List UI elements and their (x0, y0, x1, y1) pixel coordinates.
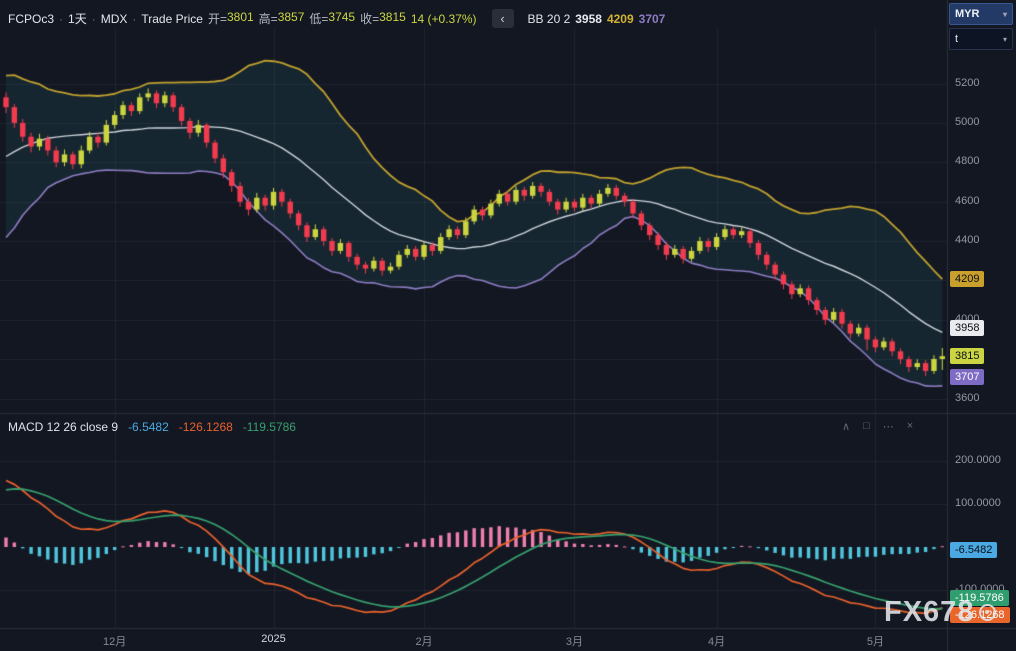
symbol-legend: FCPOc3 · 1天 · MDX · Trade Price 开=3801 高… (8, 9, 665, 28)
symbol-name[interactable]: FCPOc3 (8, 12, 54, 26)
target-icon (979, 604, 996, 621)
price-tag: 3707 (950, 369, 984, 385)
price-tick-label: 3600 (955, 392, 979, 404)
chart-canvas[interactable] (0, 0, 1016, 651)
price-tick-label: 4400 (955, 234, 979, 246)
time-tick-label: 2月 (400, 633, 448, 649)
time-tick-label: 5月 (851, 633, 899, 649)
price-tag: 3815 (950, 348, 984, 364)
low-value: 低=3745 (309, 10, 355, 27)
price-tag: 3958 (950, 320, 984, 336)
trading-chart-window: FCPOc3 · 1天 · MDX · Trade Price 开=3801 高… (0, 0, 1016, 651)
macd-pane-controls: ∧ □ ⋯ × (842, 420, 913, 433)
close-icon[interactable]: × (907, 420, 913, 433)
time-tick-label: 4月 (693, 633, 741, 649)
close-value: 收=3815 (360, 10, 406, 27)
chevron-down-icon: ▾ (1003, 35, 1007, 44)
interval-label[interactable]: 1天 (68, 10, 87, 27)
exchange-label: MDX (101, 12, 128, 26)
maximize-icon[interactable]: □ (863, 420, 870, 433)
macd-histogram-value: -6.5482 (128, 420, 169, 434)
price-tick-label: 4600 (955, 195, 979, 207)
bb-basis-value: 3958 (575, 12, 602, 26)
watermark: FX678 (884, 596, 996, 629)
bb-upper-value: 4209 (607, 12, 634, 26)
currency-value: MYR (955, 8, 979, 20)
chevron-down-icon: ▾ (1003, 10, 1007, 19)
currency-select[interactable]: MYR ▾ (949, 3, 1013, 25)
separator-dot: · (132, 12, 136, 26)
price-axis[interactable]: 5200500048004600440040003600420939583815… (947, 0, 1016, 413)
more-icon[interactable]: ⋯ (883, 420, 894, 433)
macd-tick-label: 100.0000 (955, 497, 1001, 509)
time-axis[interactable]: 12月 2025 2月 3月 4月 5月 (0, 628, 1016, 651)
macd-signal-value: -119.5786 (243, 420, 296, 434)
time-tick-label: 2025 (250, 633, 298, 645)
legend-collapse-button[interactable]: ‹ (492, 9, 514, 28)
unit-value: t (955, 33, 958, 45)
series-type-label: Trade Price (141, 12, 203, 26)
separator-dot: · (59, 12, 63, 26)
axis-settings: MYR ▾ t ▾ (949, 3, 1013, 53)
price-tick-label: 4800 (955, 155, 979, 167)
open-value: 开=3801 (208, 10, 254, 27)
macd-tag: -6.5482 (950, 542, 997, 558)
macd-line-value: -126.1268 (179, 420, 233, 434)
change-value: 14 (+0.37%) (411, 12, 477, 26)
price-tick-label: 5000 (955, 116, 979, 128)
macd-indicator-title[interactable]: MACD 12 26 close 9 (8, 420, 118, 434)
separator-dot: · (92, 12, 96, 26)
bb-lower-value: 3707 (639, 12, 666, 26)
chevron-left-icon: ‹ (500, 11, 504, 26)
bb-indicator-title[interactable]: BB 20 2 (528, 12, 571, 26)
price-tag: 4209 (950, 271, 984, 287)
high-value: 高=3857 (259, 10, 305, 27)
macd-legend: MACD 12 26 close 9 -6.5482 -126.1268 -11… (8, 420, 296, 434)
watermark-text: FX678 (884, 596, 974, 629)
chevron-up-icon[interactable]: ∧ (842, 420, 850, 433)
price-tick-label: 5200 (955, 77, 979, 89)
macd-tick-label: 200.0000 (955, 454, 1001, 466)
time-tick-label: 3月 (550, 633, 598, 649)
time-tick-label: 12月 (91, 633, 139, 649)
unit-select[interactable]: t ▾ (949, 28, 1013, 50)
